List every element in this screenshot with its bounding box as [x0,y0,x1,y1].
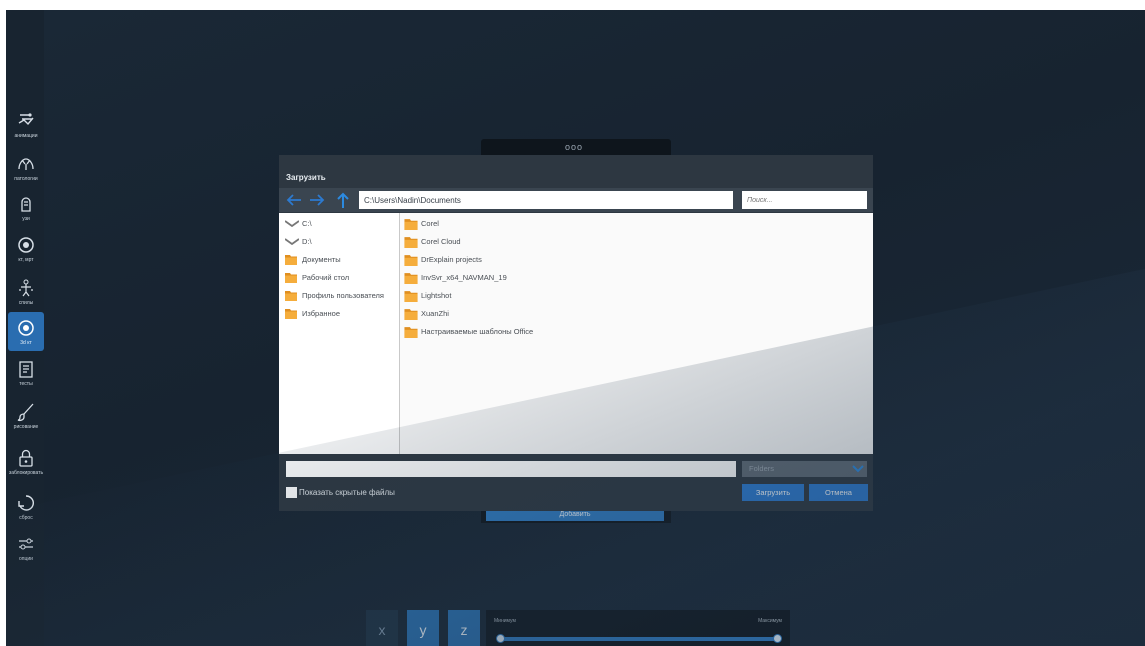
folder-icon [404,273,418,284]
sidebar-item-tests[interactable]: тесты [8,353,44,392]
tab-dots-label: ооо [565,142,584,152]
sidebar-label: спилы [18,300,34,306]
sidebar-label: тесты [19,381,33,387]
slider-max-label: Максимум [758,618,782,624]
sidebar-label: рисование [13,424,39,430]
background-panel [481,505,671,523]
location-label: Профиль пользователя [302,291,384,300]
sidebar-label: опции [19,556,33,562]
location-label: Рабочий стол [302,273,350,282]
folder-icon [404,309,418,320]
dialog-toolbar [279,188,873,212]
slider-max-handle[interactable] [773,634,782,643]
path-input[interactable] [359,191,733,209]
locations-pane: C:\ D:\ Документы Рабочий стол Профиль польз… [279,213,400,454]
range-slider-panel: Минимум Максимум [486,610,790,646]
folder-icon [285,309,297,319]
sidebar-label: сброс [19,515,33,521]
folder-icon [404,327,418,338]
pathology-icon [18,158,34,170]
sidebar-item-options[interactable]: опции [8,528,44,567]
folder-label: Lightshot [421,291,452,300]
sidebar-label: кт, мрт [18,257,34,263]
folder-icon [404,237,418,248]
back-arrow-icon[interactable] [285,191,303,209]
folder-icon [285,255,297,265]
location-label: Избранное [302,309,341,318]
file-type-select[interactable]: Folders [742,461,867,477]
add-button[interactable]: Добавить [486,509,664,521]
app-screen: анимации патологии узи кт, мрт спилы 3d … [6,10,1145,646]
animation-icon [18,113,34,126]
options-icon [19,538,33,550]
load-dialog: Загрузить C:\ D:\ Документы Рабочий стол Про… [279,155,873,511]
sidebar-label: заблокировать [8,470,44,476]
folder-icon [404,291,418,302]
reset-icon [18,495,34,511]
file-type-value: Folders [749,464,775,473]
axis-y-button[interactable]: y [407,610,439,646]
drive-icon [285,238,299,245]
folders-pane: Corel Corel Cloud DrExplain projects InvSvr… [400,213,873,454]
sidebar-item-slices[interactable]: спилы [8,272,44,311]
folder-icon [285,291,297,301]
lock-icon [19,449,33,467]
show-hidden-checkbox[interactable] [286,487,297,498]
up-arrow-icon[interactable] [334,191,352,209]
folder-label: XuanZhi [421,309,449,318]
sidebar-item-pathology[interactable]: патологии [8,148,44,187]
chevron-down-icon [852,465,864,473]
folder-label: Настраиваемые шаблоны Office [421,327,534,336]
sidebar-item-ct-mri[interactable]: кт, мрт [8,229,44,268]
brush-icon [17,403,34,422]
sidebar-item-lock[interactable]: заблокировать [8,442,44,481]
slider-min-label: Минимум [494,618,516,624]
sidebar-item-reset[interactable]: сброс [8,487,44,526]
dialog-title: Загрузить [286,173,326,182]
sidebar-label: 3d кт [20,340,32,346]
search-input[interactable] [742,191,867,209]
file-name-input[interactable] [286,461,736,477]
folder-label: DrExplain projects [421,255,482,264]
folder-icon [285,273,297,283]
range-slider-track[interactable] [500,637,778,641]
tests-icon [19,361,33,378]
folder-label: Corel Cloud [421,237,461,246]
folder-icon [404,255,418,266]
sidebar-item-animations[interactable]: анимации [8,105,44,144]
sidebar-label: анимации [14,133,38,139]
sidebar-label: узи [22,216,30,222]
axis-z-button[interactable]: z [448,610,480,646]
ultrasound-icon [21,197,31,212]
location-label: Документы [302,255,341,264]
sidebar-item-ultrasound[interactable]: узи [8,188,44,227]
sidebar-item-3d-ct[interactable]: 3d кт [8,312,44,351]
axis-x-button[interactable]: x [366,610,398,646]
sidebar-label: патологии [14,176,38,182]
slider-min-handle[interactable] [496,634,505,643]
ct-mri-icon [18,237,34,253]
sidebar: анимации патологии узи кт, мрт спилы 3d … [6,10,44,646]
upload-button[interactable]: Загрузить [742,484,804,501]
location-label: D:\ [302,237,312,246]
forward-arrow-icon[interactable] [308,191,326,209]
3d-ct-icon [18,320,34,336]
slices-icon [19,279,33,297]
folder-label: Corel [421,219,439,228]
folder-icon [404,219,418,230]
show-hidden-label: Показать скрытые файлы [299,488,395,497]
drive-icon [285,220,299,227]
location-label: C:\ [302,219,312,228]
folder-label: InvSvr_x64_NAVMAN_19 [421,273,507,282]
cancel-button[interactable]: Отмена [809,484,868,501]
sidebar-item-drawing[interactable]: рисование [8,396,44,435]
